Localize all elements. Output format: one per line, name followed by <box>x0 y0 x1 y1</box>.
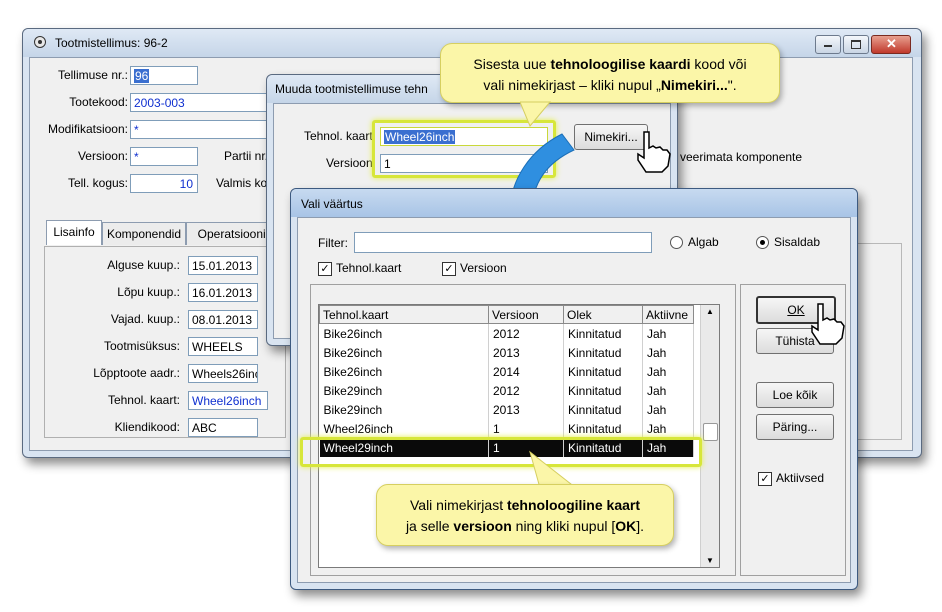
loe-koik-button[interactable]: Loe kõik <box>756 382 834 408</box>
kliendikood-label: Kliendikood: <box>114 420 180 434</box>
versioon-field[interactable]: * <box>130 147 198 166</box>
tell-kogus-field[interactable]: 10 <box>130 174 198 193</box>
modifikatsioon-label: Modifikatsioon: <box>47 122 128 136</box>
radio-sisaldab-label: Sisaldab <box>774 235 821 249</box>
hand-cursor-icon <box>637 131 671 173</box>
table-row[interactable]: Bike29inch 2012 Kinnitatud Jah <box>319 381 694 400</box>
tab-komponendid[interactable]: Komponendid <box>102 222 186 245</box>
col-aktiivne[interactable]: Aktiivne <box>642 305 694 324</box>
radio-sisaldab[interactable] <box>756 236 769 249</box>
kliendikood-field[interactable]: ABC <box>188 418 258 437</box>
callout-top: Sisesta uue tehnoloogilise kaardi kood v… <box>440 43 780 103</box>
callout-top-tail <box>520 101 552 127</box>
partii-label: Partii nr. <box>224 149 269 163</box>
versioon-checkbox[interactable]: ✓ <box>442 262 456 276</box>
select-dialog-title: Vali väärtus <box>301 197 363 211</box>
versioon-label: Versioon: <box>77 149 128 163</box>
table-row[interactable]: Bike26inch 2012 Kinnitatud Jah <box>319 323 694 343</box>
tehnol-checkbox-label: Tehnol.kaart <box>336 261 402 275</box>
radio-algab[interactable] <box>670 236 683 249</box>
tab-lisainfo[interactable]: Lisainfo <box>46 220 102 245</box>
lopu-kuup-field[interactable]: 16.01.2013 <box>188 283 258 302</box>
main-title: Tootmistellimus: 96-2 <box>55 36 168 50</box>
col-tehnol-kaart[interactable]: Tehnol.kaart <box>319 305 489 324</box>
lopu-kuup-label: Lõpu kuup.: <box>117 285 180 299</box>
select-dialog-title-bar: Vali väärtus <box>291 189 857 217</box>
tootekood-label: Tootekood: <box>69 95 128 109</box>
vajad-kuup-label: Vajad. kuup.: <box>110 312 180 326</box>
col-olek[interactable]: Olek <box>563 305 643 324</box>
dlg-versioon-label: Versioon: <box>325 156 376 170</box>
hand-cursor-ok-icon <box>811 303 845 345</box>
tab-strip: Lisainfo Komponendid Operatsioonid <box>46 220 296 246</box>
lopptoote-aadr-label: Lõpptoote aadr.: <box>93 366 180 380</box>
scroll-up-icon[interactable]: ▲ <box>706 307 714 316</box>
tehnol-checkbox[interactable]: ✓ <box>318 262 332 276</box>
tellimuse-nr-field[interactable]: 96 <box>130 66 198 85</box>
scroll-down-icon[interactable]: ▼ <box>706 556 714 565</box>
table-row[interactable]: Bike29inch 2013 Kinnitatud Jah <box>319 400 694 419</box>
modifikatsioon-field[interactable]: * <box>130 120 270 139</box>
vajad-kuup-field[interactable]: 08.01.2013 <box>188 310 258 329</box>
row-highlight <box>300 437 702 467</box>
tellimuse-nr-label: Tellimuse nr.: <box>57 68 128 82</box>
tehnol-kaart-label: Tehnol. kaart: <box>107 393 180 407</box>
close-button[interactable]: ✕ <box>871 35 911 54</box>
lopptoote-aadr-field[interactable]: Wheels26inc <box>188 364 258 383</box>
filter-input[interactable] <box>354 232 652 253</box>
maximize-button[interactable] <box>843 35 869 54</box>
aktiivsed-checkbox[interactable]: ✓ <box>758 472 772 486</box>
tootmisuksus-label: Tootmisüksus: <box>103 339 180 353</box>
tootekood-field[interactable]: 2003-003 <box>130 93 270 112</box>
app-icon <box>33 35 47 49</box>
aktiivsed-label: Aktiivsed <box>776 471 825 485</box>
valmis-label: Valmis ko <box>216 176 268 190</box>
table-row[interactable]: Bike26inch 2014 Kinnitatud Jah <box>319 362 694 381</box>
dlg-tehnol-kaart-label: Tehnol. kaart: <box>303 129 376 143</box>
close-icon: ✕ <box>886 36 897 51</box>
tehnol-kaart-field[interactable]: Wheel26inch <box>188 391 268 410</box>
grid-scrollbar[interactable]: ▲ ▼ <box>700 305 719 567</box>
scroll-thumb[interactable] <box>703 423 718 441</box>
alguse-kuup-field[interactable]: 15.01.2013 <box>188 256 258 275</box>
radio-algab-label: Algab <box>688 235 719 249</box>
callout-bottom: Vali nimekirjast tehnoloogiline kaart ja… <box>376 484 674 546</box>
table-row[interactable]: Wheel26inch 1 Kinnitatud Jah <box>319 419 694 438</box>
filter-label: Filter: <box>318 236 348 250</box>
paring-button[interactable]: Päring... <box>756 414 834 440</box>
table-row[interactable]: Bike26inch 2013 Kinnitatud Jah <box>319 343 694 362</box>
grid-header: Tehnol.kaart Versioon Olek Aktiivne <box>319 305 694 324</box>
alguse-kuup-label: Alguse kuup.: <box>107 258 180 272</box>
tootmisuksus-field[interactable]: WHEELS <box>188 337 258 356</box>
change-dialog-title: Muuda tootmistellimuse tehn <box>275 82 428 96</box>
versioon-checkbox-label: Versioon <box>460 261 507 275</box>
minimize-button[interactable] <box>815 35 841 54</box>
right-info-text: veerimata komponente <box>680 150 803 164</box>
tell-kogus-label: Tell. kogus: <box>67 176 128 190</box>
col-versioon[interactable]: Versioon <box>488 305 564 324</box>
